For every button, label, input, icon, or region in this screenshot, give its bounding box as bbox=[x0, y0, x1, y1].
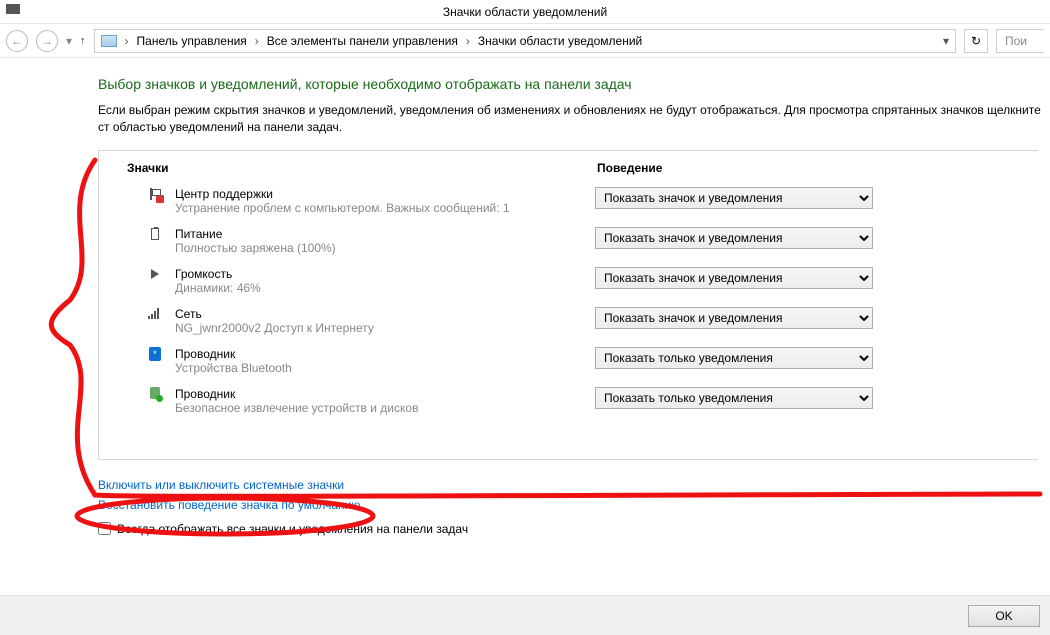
panel-header: Значки Поведение bbox=[99, 151, 1038, 181]
link-system-icons[interactable]: Включить или выключить системные значки bbox=[98, 478, 1050, 492]
footer: OK bbox=[0, 595, 1050, 635]
list-item: Громкость Динамики: 46% Показать значок … bbox=[99, 261, 1038, 301]
list-item: Центр поддержки Устранение проблем с ком… bbox=[99, 181, 1038, 221]
behavior-select[interactable]: Показать только уведомления bbox=[595, 347, 873, 369]
list-item: Сеть NG_jwnr2000v2 Доступ к Интернету По… bbox=[99, 301, 1038, 341]
search-placeholder: Пои bbox=[1005, 34, 1027, 48]
item-title: Проводник bbox=[175, 387, 595, 401]
content-area: Выбор значков и уведомлений, которые нео… bbox=[0, 58, 1050, 595]
network-icon bbox=[145, 307, 165, 319]
checkbox-label: Всегда отображать все значки и уведомлен… bbox=[117, 522, 468, 536]
links-area: Включить или выключить системные значки … bbox=[98, 478, 1050, 536]
forward-button[interactable]: → bbox=[36, 30, 58, 52]
breadcrumb-item[interactable]: Все элементы панели управления bbox=[267, 34, 458, 48]
item-subtitle: Безопасное извлечение устройств и дисков bbox=[175, 401, 595, 415]
always-show-checkbox[interactable] bbox=[98, 522, 111, 535]
behavior-select[interactable]: Показать только уведомления bbox=[595, 387, 873, 409]
list-item: Проводник Безопасное извлечение устройст… bbox=[99, 381, 1038, 421]
column-header-icons: Значки bbox=[127, 161, 597, 175]
ok-button[interactable]: OK bbox=[968, 605, 1040, 627]
item-title: Сеть bbox=[175, 307, 595, 321]
list-item: * Проводник Устройства Bluetooth Показат… bbox=[99, 341, 1038, 381]
item-subtitle: Устранение проблем с компьютером. Важных… bbox=[175, 201, 595, 215]
behavior-select[interactable]: Показать значок и уведомления bbox=[595, 187, 873, 209]
page-heading: Выбор значков и уведомлений, которые нео… bbox=[98, 76, 1050, 92]
chevron-right-icon: › bbox=[466, 34, 470, 48]
behavior-select[interactable]: Показать значок и уведомления bbox=[595, 307, 873, 329]
search-input[interactable]: Пои bbox=[996, 29, 1044, 53]
breadcrumb-item[interactable]: Значки области уведомлений bbox=[478, 34, 642, 48]
back-button[interactable]: ← bbox=[6, 30, 28, 52]
item-title: Центр поддержки bbox=[175, 187, 595, 201]
item-subtitle: NG_jwnr2000v2 Доступ к Интернету bbox=[175, 321, 595, 335]
item-subtitle: Полностью заряжена (100%) bbox=[175, 241, 595, 255]
item-title: Громкость bbox=[175, 267, 595, 281]
behavior-select[interactable]: Показать значок и уведомления bbox=[595, 227, 873, 249]
chevron-right-icon: › bbox=[125, 34, 129, 48]
page-description: Если выбран режим скрытия значков и увед… bbox=[98, 102, 1050, 136]
battery-icon bbox=[145, 227, 165, 240]
safely-remove-icon bbox=[145, 387, 165, 399]
volume-icon bbox=[145, 267, 165, 277]
breadcrumb[interactable]: › Панель управления › Все элементы панел… bbox=[94, 29, 956, 53]
column-header-behavior: Поведение bbox=[597, 161, 1020, 175]
up-button[interactable]: ↑ bbox=[80, 35, 86, 47]
nav-bar: ← → ▾ ↑ › Панель управления › Все элемен… bbox=[0, 24, 1050, 58]
chevron-right-icon: › bbox=[255, 34, 259, 48]
chevron-down-icon[interactable]: ▾ bbox=[943, 34, 949, 48]
item-subtitle: Динамики: 46% bbox=[175, 281, 595, 295]
refresh-button[interactable]: ↻ bbox=[964, 29, 988, 53]
behavior-select[interactable]: Показать значок и уведомления bbox=[595, 267, 873, 289]
action-center-icon bbox=[145, 187, 165, 201]
nav-dropdown-icon[interactable]: ▾ bbox=[66, 34, 72, 48]
list-item: Питание Полностью заряжена (100%) Показа… bbox=[99, 221, 1038, 261]
window-icon bbox=[6, 4, 20, 14]
breadcrumb-item[interactable]: Панель управления bbox=[137, 34, 247, 48]
control-panel-icon bbox=[101, 35, 117, 47]
link-restore-defaults[interactable]: Восстановить поведение значка по умолчан… bbox=[98, 498, 1050, 512]
titlebar: Значки области уведомлений bbox=[0, 0, 1050, 24]
item-title: Проводник bbox=[175, 347, 595, 361]
bluetooth-icon: * bbox=[145, 347, 165, 361]
item-title: Питание bbox=[175, 227, 595, 241]
item-subtitle: Устройства Bluetooth bbox=[175, 361, 595, 375]
window-title: Значки области уведомлений bbox=[443, 5, 607, 19]
icons-panel: Значки Поведение Центр поддержки Устране… bbox=[98, 150, 1038, 460]
